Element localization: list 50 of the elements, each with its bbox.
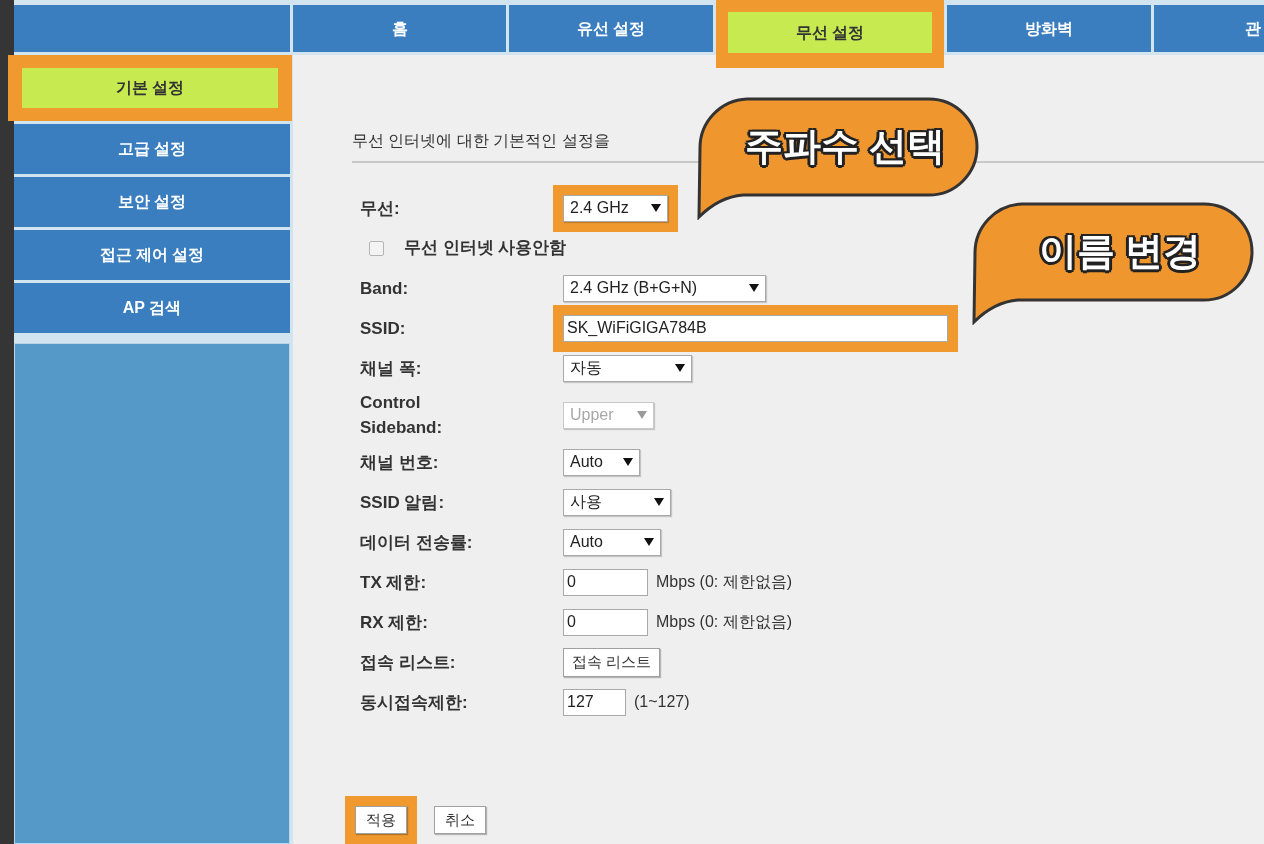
dropdown[interactable]: 2.4 GHz (B+G+N)	[563, 274, 766, 302]
field-label: 채널 폭:	[360, 357, 422, 380]
nav-tab[interactable]: 유선 설정	[509, 5, 713, 52]
caret-icon	[637, 411, 647, 419]
dropdown[interactable]: 사용	[563, 488, 671, 516]
field-label: 동시접속제한:	[360, 691, 468, 714]
caret-icon	[654, 498, 664, 506]
unit-text: Mbps (0: 제한없음)	[656, 572, 792, 592]
list-button[interactable]: 접속 리스트	[563, 647, 661, 677]
dropdown[interactable]: Auto	[563, 448, 640, 476]
unit-text: (1~127)	[634, 692, 690, 712]
text-field[interactable]: 0	[563, 608, 648, 636]
callout-text: 주파수 선택	[744, 124, 946, 168]
sidebar-item[interactable]: 고급 설정	[14, 124, 290, 174]
text-field[interactable]: 127	[563, 688, 626, 716]
dropdown[interactable]: 자동	[563, 354, 692, 382]
caret-icon	[623, 458, 633, 466]
nav-tab[interactable]: 방화벽	[947, 5, 1151, 52]
caret-icon	[651, 204, 661, 212]
field-label: 무선:	[360, 197, 400, 220]
field-label: SSID:	[360, 317, 406, 340]
field-label: Band:	[360, 277, 409, 300]
field-label: SSID 알림:	[360, 491, 445, 514]
sidebar-item[interactable]: 보안 설정	[14, 177, 290, 227]
field-label: 채널 번호:	[360, 451, 439, 474]
caret-icon	[675, 364, 685, 372]
text-field[interactable]: SK_WiFiGIGA784B	[563, 314, 948, 342]
unit-text: Mbps (0: 제한없음)	[656, 612, 792, 632]
field-label: 데이터 전송률:	[360, 531, 473, 554]
description-text: 무선 인터넷에 대한 기본적인 설정을	[352, 132, 610, 149]
field-label: RX 제한:	[360, 611, 428, 634]
nav-tab[interactable]: 관	[1154, 5, 1264, 52]
callout-text: 이름 변경	[1038, 229, 1202, 273]
action-button[interactable]: 취소	[434, 806, 486, 834]
dropdown[interactable]: Auto	[563, 528, 661, 556]
field-label: TX 제한:	[360, 571, 427, 594]
field-label: Control Sideband:	[360, 392, 444, 439]
sidebar-item[interactable]: 접근 제어 설정	[14, 230, 290, 280]
nav-tab[interactable]: 무선 설정	[728, 12, 932, 53]
caret-icon	[749, 284, 759, 292]
checkbox[interactable]	[369, 240, 384, 256]
text-field[interactable]: 0	[563, 568, 648, 596]
sidebar-item[interactable]: AP 검색	[14, 283, 290, 333]
action-button[interactable]: 적용	[355, 806, 407, 834]
checkbox-label: 무선 인터넷 사용안함	[404, 237, 567, 260]
field-label: 접속 리스트:	[360, 651, 456, 674]
dropdown[interactable]: 2.4 GHz	[563, 194, 668, 222]
sidebar-item[interactable]: 기본 설정	[22, 68, 278, 108]
nav-tab[interactable]: 홈	[293, 5, 506, 52]
caret-icon	[644, 538, 654, 546]
